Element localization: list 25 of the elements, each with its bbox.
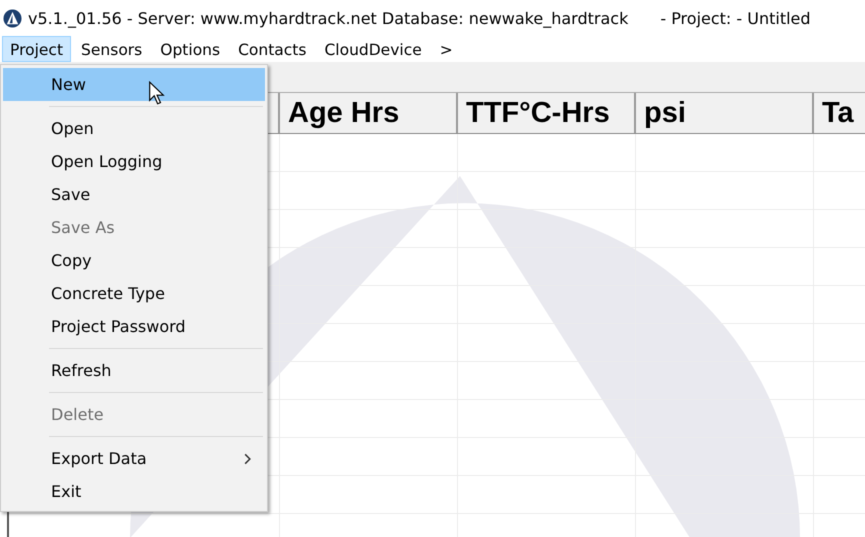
menu-bar-item[interactable]: CloudDevice: [316, 36, 430, 62]
menu-item[interactable]: New: [3, 68, 265, 101]
menu-bar-item[interactable]: Contacts: [230, 36, 314, 62]
menu-item[interactable]: Export Data: [3, 442, 265, 475]
menu-item[interactable]: Refresh: [3, 354, 265, 387]
menu-item[interactable]: Save: [3, 178, 265, 211]
mouse-pointer-icon: [148, 81, 165, 106]
menu-item[interactable]: Copy: [3, 244, 265, 277]
window-title: v5.1._01.56 - Server: www.myhardtrack.net Database: newwake_hardtrack: [28, 8, 628, 28]
project-title: - Project: - Untitled: [660, 8, 811, 28]
column-header[interactable]: Ta: [814, 93, 865, 133]
menu-item[interactable]: Open Logging: [3, 145, 265, 178]
menu-bar-item[interactable]: Sensors: [73, 36, 150, 62]
column-header[interactable]: TTF°C-Hrs: [458, 93, 636, 133]
menu-bar-item[interactable]: Project: [2, 36, 72, 62]
column-header[interactable]: psi: [636, 93, 814, 133]
menu-item[interactable]: Open: [3, 112, 265, 145]
menu-item[interactable]: Concrete Type: [3, 277, 265, 310]
menu-bar-item[interactable]: >: [432, 36, 461, 62]
submenu-chevron-icon: [244, 452, 251, 464]
menu-bar-item[interactable]: Options: [152, 36, 228, 62]
column-header[interactable]: Age Hrs: [280, 93, 458, 133]
menu-item[interactable]: Project Password: [3, 310, 265, 343]
menu-item[interactable]: Exit: [3, 475, 265, 508]
app-logo-icon: [3, 8, 22, 28]
